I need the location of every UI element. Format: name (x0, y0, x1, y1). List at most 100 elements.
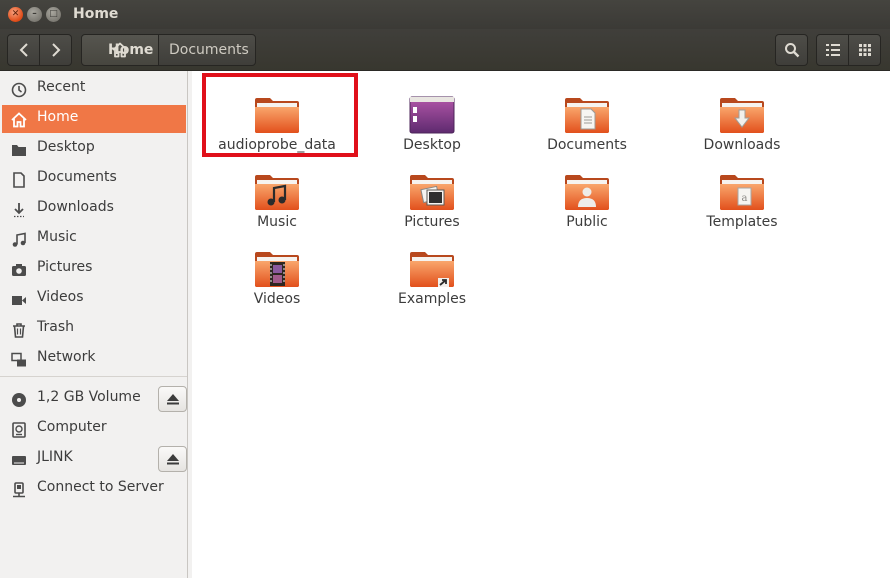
home-icon (11, 112, 27, 128)
sidebar-item-connect-to-server[interactable]: Connect to Server (2, 475, 186, 503)
sidebar-item-1-2-gb-volume[interactable]: 1,2 GB Volume (2, 385, 187, 413)
file-item-label: Pictures (404, 214, 460, 230)
eject-icon (167, 394, 179, 405)
sidebar-item-pictures[interactable]: Pictures (2, 255, 186, 283)
file-item-audioprobe-data[interactable]: audioprobe_data (202, 81, 352, 153)
close-window-button[interactable]: ✕ (8, 7, 23, 22)
file-item-label: Documents (547, 137, 627, 153)
breadcrumb-home[interactable]: Home (81, 34, 159, 66)
document-icon (13, 172, 25, 188)
sidebar-item-label: Pictures (37, 259, 93, 275)
download-icon (14, 203, 24, 218)
sidebar-item-label: Connect to Server (37, 479, 164, 495)
sidebar-item-label: Recent (37, 79, 86, 95)
minimize-window-button[interactable]: – (27, 7, 42, 22)
eject-icon (167, 454, 179, 465)
grid-view-button[interactable] (848, 34, 881, 66)
folder-icon (255, 98, 299, 133)
eject-button[interactable] (158, 446, 187, 472)
forward-button[interactable] (39, 34, 72, 66)
computer-icon (12, 422, 26, 438)
music-icon (12, 232, 26, 247)
eject-button[interactable] (158, 386, 187, 412)
trash-icon (13, 323, 25, 338)
folder-icon (255, 175, 299, 210)
sidebar-item-jlink[interactable]: JLINK (2, 445, 187, 473)
sidebar-item-label: Music (37, 229, 77, 245)
file-item-templates[interactable]: a Templates (667, 158, 817, 230)
server-icon (13, 482, 25, 498)
sidebar-item-label: Downloads (37, 199, 114, 215)
sidebar-item-computer[interactable]: Computer (2, 415, 186, 443)
sidebar-item-label: Trash (37, 319, 74, 335)
sidebar-item-label: Videos (37, 289, 84, 305)
file-item-music[interactable]: Music (202, 158, 352, 230)
sidebar-item-label: 1,2 GB Volume (37, 389, 141, 405)
file-item-pictures[interactable]: Pictures (357, 158, 507, 230)
back-button[interactable] (7, 34, 40, 66)
file-item-label: audioprobe_data (218, 137, 336, 153)
sidebar-separator (0, 376, 187, 377)
chevron-right-icon (51, 43, 60, 57)
window-title: Home (73, 6, 119, 22)
file-item-public[interactable]: Public (512, 158, 662, 230)
folder-icon (565, 98, 609, 133)
disc-icon (12, 393, 26, 407)
list-view-icon (825, 44, 840, 56)
toolbar: Home Documents (0, 29, 890, 71)
folder-icon (720, 98, 764, 133)
sidebar-item-music[interactable]: Music (2, 225, 186, 253)
sidebar-item-downloads[interactable]: Downloads (2, 195, 186, 223)
sidebar-item-desktop[interactable]: Desktop (2, 135, 186, 163)
sidebar-item-network[interactable]: Network (2, 345, 186, 373)
sidebar-item-label: Desktop (37, 139, 95, 155)
sidebar-item-label: Home (37, 109, 79, 125)
file-view[interactable]: audioprobe_data Desktop Documents Downlo… (192, 71, 890, 578)
folder-icon (565, 175, 609, 210)
sidebar-item-recent[interactable]: Recent (2, 75, 186, 103)
folder-icon: a (720, 175, 764, 210)
search-button[interactable] (775, 34, 808, 66)
folder-icon (410, 252, 454, 287)
file-item-documents[interactable]: Documents (512, 81, 662, 153)
video-icon (12, 296, 26, 305)
sidebar: Recent Home Desktop Documents Downloads Music… (0, 71, 188, 578)
file-item-desktop[interactable]: Desktop (357, 81, 507, 153)
sidebar-item-label: Network (37, 349, 96, 365)
maximize-window-button[interactable]: □ (46, 7, 61, 22)
file-manager-window: ✕ – □ Home Home Documents Recent Home De… (0, 0, 890, 578)
title-bar: ✕ – □ Home (0, 0, 890, 29)
drive-icon (12, 456, 26, 465)
svg-text:a: a (742, 193, 748, 204)
chevron-left-icon (19, 43, 28, 57)
file-item-label: Desktop (403, 137, 461, 153)
sidebar-item-label: Documents (37, 169, 117, 185)
sidebar-item-label: Computer (37, 419, 107, 435)
desktop-folder-icon (409, 96, 455, 134)
sidebar-item-documents[interactable]: Documents (2, 165, 186, 193)
file-item-label: Music (257, 214, 297, 230)
sidebar-item-home[interactable]: Home (2, 105, 186, 133)
file-item-label: Templates (706, 214, 778, 230)
network-icon (11, 352, 26, 367)
sidebar-item-trash[interactable]: Trash (2, 315, 186, 343)
folder-icon (12, 145, 26, 156)
file-item-examples[interactable]: Examples (357, 235, 507, 307)
breadcrumb-documents-label: Documents (169, 42, 249, 58)
file-item-label: Public (566, 214, 608, 230)
grid-view-icon (858, 44, 871, 56)
file-item-downloads[interactable]: Downloads (667, 81, 817, 153)
search-icon (784, 43, 799, 58)
folder-icon (255, 252, 299, 287)
breadcrumb-documents[interactable]: Documents (158, 34, 256, 66)
file-item-label: Examples (397, 291, 467, 307)
list-view-button[interactable] (816, 34, 849, 66)
file-item-label: Videos (253, 291, 301, 307)
sidebar-item-videos[interactable]: Videos (2, 285, 186, 313)
sidebar-item-label: JLINK (37, 449, 73, 465)
file-item-label: Downloads (703, 137, 781, 153)
clock-icon (11, 82, 27, 98)
folder-icon (410, 175, 454, 210)
camera-icon (12, 264, 26, 276)
file-item-videos[interactable]: Videos (202, 235, 352, 307)
